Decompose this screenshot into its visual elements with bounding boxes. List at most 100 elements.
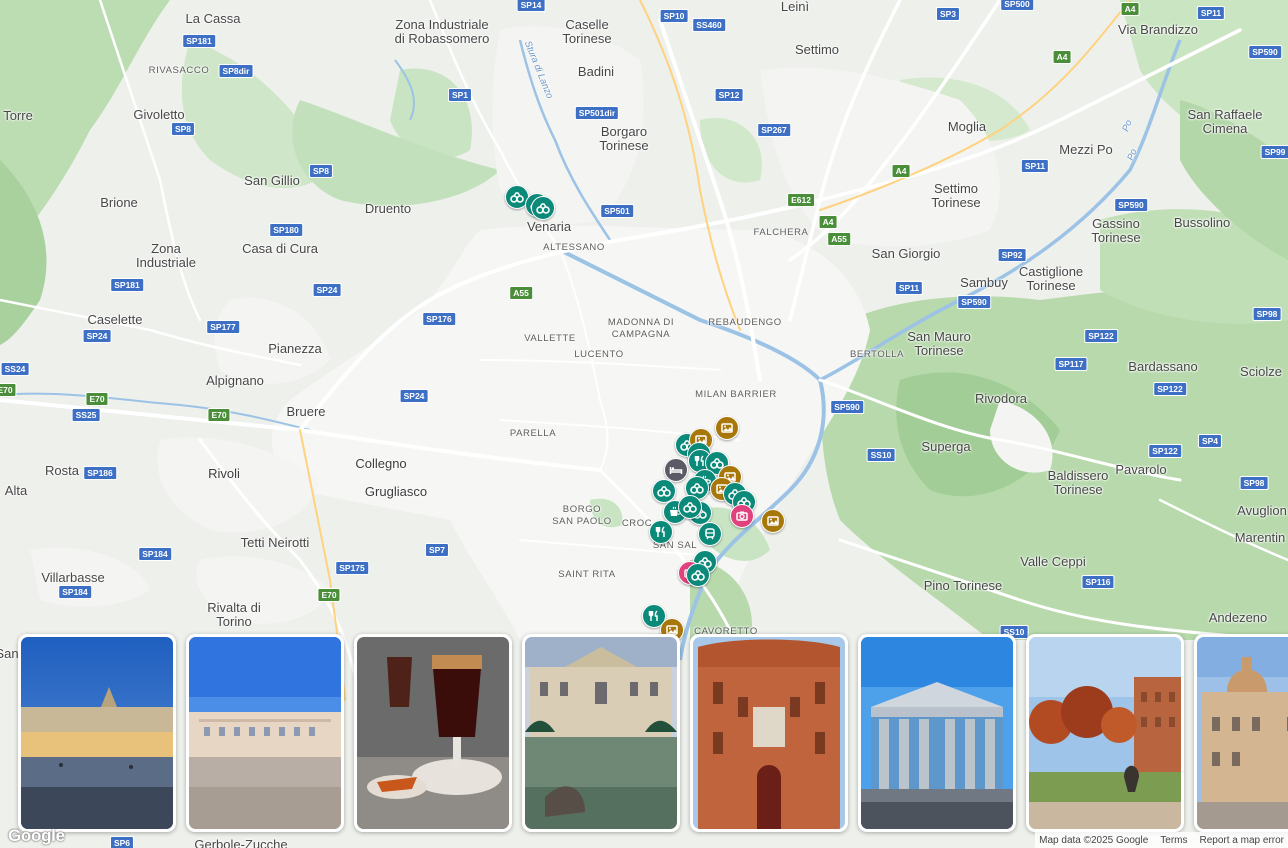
place-label-alta[interactable]: Alta	[5, 484, 27, 498]
place-label-venaria[interactable]: Venaria	[527, 220, 571, 234]
place-label-marentino[interactable]: Marentin	[1235, 531, 1286, 545]
road-shield-sp184-b: SP184	[58, 585, 92, 599]
place-label-rebaudengo[interactable]: REBAUDENGO	[708, 317, 782, 329]
place-label-zona-industriale-robassomero[interactable]: Zona Industriale di Robassomero	[395, 18, 490, 46]
place-label-bertolla[interactable]: BERTOLLA	[850, 349, 904, 361]
report-map-error-link[interactable]: Report a map error	[1200, 835, 1284, 846]
photo-card-cathedral-dome[interactable]	[1194, 634, 1288, 832]
place-label-mezzi-po[interactable]: Mezzi Po	[1059, 143, 1112, 157]
place-label-gassino-torinese[interactable]: Gassino Torinese	[1091, 217, 1140, 245]
map-pin-museum[interactable]	[678, 495, 702, 519]
place-label-badini[interactable]: Badini	[578, 65, 614, 79]
map-pin-art[interactable]	[715, 416, 739, 440]
road-shield-sp590-river: SP590	[830, 400, 864, 414]
photo-card-palazzo-reale[interactable]	[186, 634, 344, 832]
place-label-andezeno[interactable]: Andezeno	[1209, 611, 1268, 625]
map-pin-museum[interactable]	[686, 563, 710, 587]
photo-card-giardini-reali[interactable]	[1026, 634, 1184, 832]
place-label-moglia[interactable]: Moglia	[948, 120, 986, 134]
map-pin-food[interactable]	[649, 520, 673, 544]
place-label-alpignano[interactable]: Alpignano	[206, 374, 264, 388]
road-shield-sp590-low: SP590	[957, 295, 991, 309]
photo-thumbnail	[189, 637, 341, 829]
place-label-altessano[interactable]: ALTESSANO	[543, 242, 605, 254]
road-shield-sp184-a: SP184	[138, 547, 172, 561]
place-label-milan-barrier[interactable]: MILAN BARRIER	[695, 389, 777, 401]
place-label-rivalta-di-torino[interactable]: Rivalta di Torino	[207, 601, 260, 629]
road-shield-sp116: SP116	[1081, 575, 1115, 589]
place-label-givoletto[interactable]: Givoletto	[133, 108, 184, 122]
place-label-parella[interactable]: PARELLA	[510, 428, 556, 440]
map-pin-hotel[interactable]	[664, 458, 688, 482]
place-label-san-raffaele-cimena[interactable]: San Raffaele Cimena	[1188, 108, 1263, 136]
place-label-saint-rita[interactable]: SAINT RITA	[558, 569, 615, 581]
photo-card-palazzo-carignano[interactable]	[690, 634, 848, 832]
place-label-caselette[interactable]: Caselette	[88, 313, 143, 327]
place-label-borgo-san-paolo[interactable]: BORGO SAN PAOLO	[552, 504, 612, 528]
place-label-brione[interactable]: Brione	[100, 196, 138, 210]
place-label-collegno[interactable]: Collegno	[355, 457, 406, 471]
place-label-druento[interactable]: Druento	[365, 202, 411, 216]
map-pin-transit[interactable]	[698, 522, 722, 546]
place-label-caselle-torinese[interactable]: Caselle Torinese	[562, 18, 611, 46]
map-pin-museum[interactable]	[531, 196, 555, 220]
road-shield-ss10-a: SS10	[866, 448, 896, 462]
place-label-zona-industriale[interactable]: Zona Industriale	[136, 242, 196, 270]
place-label-leini[interactable]: Leinì	[781, 0, 809, 14]
place-label-pino-torinese[interactable]: Pino Torinese	[924, 579, 1003, 593]
place-label-settimo[interactable]: Settimo	[795, 43, 839, 57]
place-label-castiglione-torinese[interactable]: Castiglione Torinese	[1019, 265, 1083, 293]
place-label-la-cassa[interactable]: La Cassa	[186, 12, 241, 26]
place-label-sciolze[interactable]: Sciolze	[1240, 365, 1282, 379]
road-shield-sp98-a: SP98	[1252, 307, 1282, 321]
place-label-casa-di-cura[interactable]: Casa di Cura	[242, 242, 318, 256]
photo-card-gran-madre[interactable]	[858, 634, 1016, 832]
place-label-bussolino[interactable]: Bussolino	[1174, 216, 1230, 230]
place-label-bruere[interactable]: Bruere	[286, 405, 325, 419]
place-label-vallette[interactable]: VALLETTE	[524, 333, 576, 345]
place-label-sambuy[interactable]: Sambuy	[960, 276, 1008, 290]
place-label-grugliasco[interactable]: Grugliasco	[365, 485, 427, 499]
place-label-avuglione[interactable]: Avuglion	[1237, 504, 1287, 518]
place-label-lucento[interactable]: LUCENTO	[574, 349, 623, 361]
place-label-san-mauro-torinese[interactable]: San Mauro Torinese	[907, 330, 971, 358]
road-shield-sp122-c: SP122	[1148, 444, 1182, 458]
place-label-borgaro-torinese[interactable]: Borgaro Torinese	[599, 125, 648, 153]
place-label-rivoli[interactable]: Rivoli	[208, 467, 240, 481]
photo-card-venaria-reale[interactable]	[522, 634, 680, 832]
photo-carousel[interactable]	[0, 634, 1288, 832]
place-label-san-giorgio[interactable]: San Giorgio	[872, 247, 941, 261]
place-label-gerbole-zucche[interactable]: Gerbole-Zucche	[194, 838, 287, 848]
photo-card-bicerin-cafe[interactable]	[354, 634, 512, 832]
place-label-san-gillio[interactable]: San Gillio	[244, 174, 300, 188]
place-label-madonna-di-campagna[interactable]: MADONNA DI CAMPAGNA	[608, 317, 674, 341]
place-label-via-brandizzo[interactable]: Via Brandizzo	[1118, 23, 1198, 37]
place-label-valle-ceppi[interactable]: Valle Ceppi	[1020, 555, 1086, 569]
terms-link[interactable]: Terms	[1160, 835, 1187, 846]
place-label-tetti-neirotti[interactable]: Tetti Neirotti	[241, 536, 310, 550]
picture-icon	[721, 423, 733, 433]
road-shield-ss460: SS460	[692, 18, 726, 32]
binoculars-icon	[691, 570, 705, 581]
place-label-pianezza[interactable]: Pianezza	[268, 342, 321, 356]
place-label-falchera[interactable]: FALCHERA	[754, 227, 809, 239]
place-label-torre[interactable]: Torre	[3, 109, 33, 123]
place-label-villarbasse[interactable]: Villarbasse	[41, 571, 104, 585]
photo-thumbnail	[1029, 637, 1181, 829]
place-label-baldissero-torinese[interactable]: Baldissero Torinese	[1048, 469, 1109, 497]
map-pin-art[interactable]	[761, 509, 785, 533]
place-label-superga[interactable]: Superga	[921, 440, 970, 454]
road-shield-sp11-mid: SP11	[1020, 159, 1050, 173]
place-label-pavarolo[interactable]: Pavarolo	[1115, 463, 1166, 477]
map-pin-shopping[interactable]	[730, 504, 754, 528]
road-shield-sp122-b: SP122	[1153, 382, 1187, 396]
place-label-settimo-torinese[interactable]: Settimo Torinese	[931, 182, 980, 210]
photo-card-piazza-castello[interactable]	[18, 634, 176, 832]
place-label-rivodora[interactable]: Rivodora	[975, 392, 1027, 406]
place-label-rosta[interactable]: Rosta	[45, 464, 79, 478]
place-label-crocetta[interactable]: CROC	[622, 518, 652, 530]
place-label-rivasacco[interactable]: RIVASACCO	[149, 65, 210, 77]
place-label-bardassano[interactable]: Bardassano	[1128, 360, 1197, 374]
road-shield-e70-b: E70	[85, 392, 109, 406]
photo-thumbnail	[357, 637, 509, 829]
